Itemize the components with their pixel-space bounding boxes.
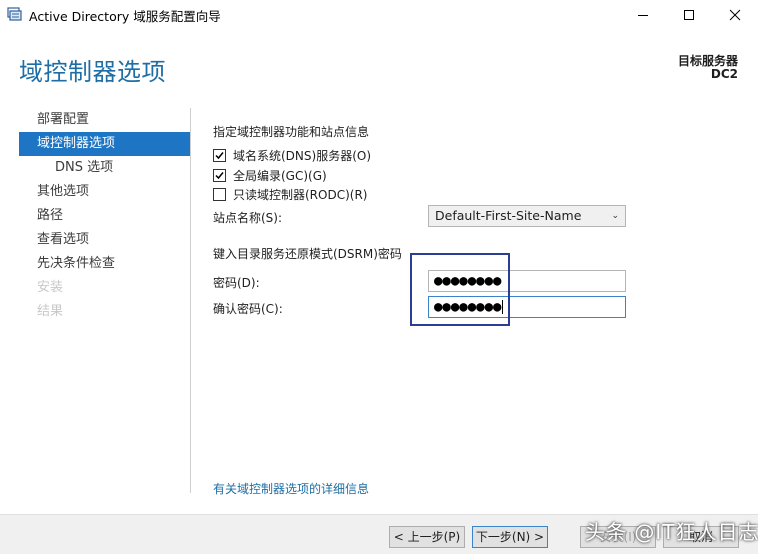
maximize-icon	[684, 9, 694, 20]
confirm-password-mask: ●●●●●●●●	[434, 299, 502, 315]
nav-item-review[interactable]: 查看选项	[19, 228, 190, 252]
maximize-button[interactable]	[666, 0, 712, 29]
chevron-down-icon: ⌄	[611, 211, 619, 221]
rodc-checkbox[interactable]	[213, 187, 226, 201]
nav-item-prereq-check[interactable]: 先决条件检查	[19, 252, 190, 276]
password-label: 密码(D):	[213, 276, 260, 290]
window-title: Active Directory 域服务配置向导	[29, 9, 221, 24]
dsrm-heading: 键入目录服务还原模式(DSRM)密码	[213, 247, 402, 261]
global-catalog-label: 全局编录(GC)(G)	[233, 168, 327, 183]
checkmark-icon	[215, 171, 224, 179]
dns-server-checkbox[interactable]	[213, 148, 226, 162]
capabilities-heading: 指定域控制器功能和站点信息	[213, 125, 370, 139]
page-title: 域控制器选项	[19, 58, 166, 86]
nav-divider	[190, 108, 191, 493]
close-icon	[729, 9, 741, 20]
more-info-link[interactable]: 有关域控制器选项的详细信息	[213, 480, 369, 497]
close-button[interactable]	[712, 0, 758, 29]
site-name-select[interactable]: Default-First-Site-Name ⌄	[428, 205, 626, 227]
rodc-checkbox-row[interactable]: 只读域控制器(RODC)(R)	[213, 185, 367, 203]
title-bar: Active Directory 域服务配置向导	[0, 0, 758, 29]
nav-item-additional-options[interactable]: 其他选项	[19, 180, 190, 204]
nav-item-results: 结果	[37, 304, 64, 319]
nav-item-install: 安装	[37, 280, 64, 295]
minimize-icon	[638, 14, 648, 16]
minimize-button[interactable]	[620, 0, 666, 29]
target-server-value: DC2	[710, 67, 738, 81]
confirm-password-label: 确认密码(C):	[213, 302, 283, 316]
rodc-label: 只读域控制器(RODC)(R)	[233, 187, 368, 202]
nav-item-dns-options[interactable]: DNS 选项	[19, 156, 190, 180]
password-mask: ●●●●●●●●	[434, 273, 502, 289]
dns-server-checkbox-row[interactable]: 域名系统(DNS)服务器(O)	[213, 146, 371, 164]
nav-item-paths[interactable]: 路径	[19, 204, 190, 228]
server-manager-icon	[7, 7, 22, 21]
global-catalog-checkbox[interactable]	[213, 168, 226, 182]
site-name-value: Default-First-Site-Name	[435, 208, 582, 223]
next-button[interactable]: 下一步(N) >	[472, 526, 548, 548]
watermark: 头条 @IT狂人日志	[585, 520, 758, 544]
text-caret	[502, 300, 504, 314]
global-catalog-checkbox-row[interactable]: 全局编录(GC)(G)	[213, 166, 327, 184]
nav-item-deployment[interactable]: 部署配置	[19, 108, 190, 132]
nav-item-dc-options[interactable]: 域控制器选项	[19, 132, 190, 156]
wizard-nav: 部署配置 域控制器选项 DNS 选项 其他选项 路径 查看选项 先决条件检查 安…	[19, 108, 190, 324]
confirm-password-field[interactable]: ●●●●●●●●	[428, 296, 626, 318]
back-button[interactable]: < 上一步(P)	[389, 526, 465, 548]
dns-server-label: 域名系统(DNS)服务器(O)	[233, 148, 372, 163]
checkmark-icon	[215, 151, 224, 159]
site-name-label: 站点名称(S):	[213, 211, 283, 225]
password-field[interactable]: ●●●●●●●●	[428, 270, 626, 292]
